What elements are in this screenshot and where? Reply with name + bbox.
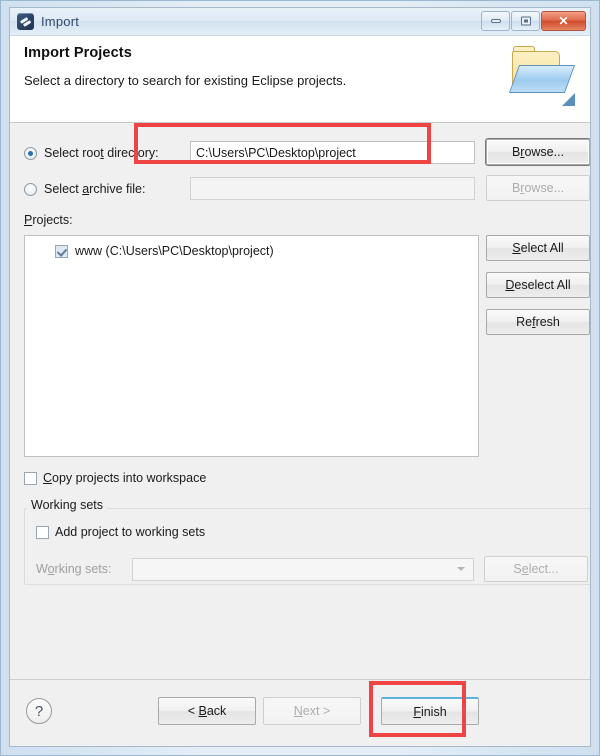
- root-directory-textbox[interactable]: C:\Users\PC\Desktop\project: [190, 141, 475, 164]
- list-item[interactable]: www (C:\Users\PC\Desktop\project): [25, 242, 478, 260]
- back-button[interactable]: < Back: [158, 697, 256, 725]
- open-folder-icon: [504, 45, 576, 107]
- title-bar: Import ✕: [10, 8, 590, 36]
- root-directory-value: C:\Users\PC\Desktop\project: [196, 145, 356, 160]
- deselect-all-label: Deselect All: [505, 278, 571, 292]
- back-label: < Back: [187, 704, 227, 718]
- archive-file-textbox[interactable]: [190, 177, 475, 200]
- projects-side-buttons: Select All Deselect All Refresh: [486, 235, 590, 346]
- projects-label: Projects:: [24, 213, 73, 227]
- chevron-down-icon: [457, 567, 465, 571]
- select-all-button[interactable]: Select All: [486, 235, 590, 261]
- copy-projects-checkbox[interactable]: [24, 471, 37, 485]
- working-sets-group: Working sets Add project to working sets…: [24, 498, 590, 585]
- help-icon[interactable]: ?: [26, 698, 52, 724]
- minimize-icon: [490, 19, 501, 23]
- add-project-checkbox[interactable]: [36, 525, 49, 539]
- browse-root-label: Browse...: [511, 145, 565, 159]
- finish-button[interactable]: Finish: [381, 697, 479, 725]
- minimize-button[interactable]: [481, 11, 510, 31]
- working-sets-combo[interactable]: [132, 557, 474, 581]
- project-checkbox[interactable]: [55, 244, 68, 258]
- wizard-header: Import Projects Select a directory to se…: [10, 36, 590, 123]
- next-button[interactable]: Next >: [263, 697, 361, 725]
- copy-projects-row[interactable]: Copy projects into workspace: [24, 471, 206, 485]
- select-working-set-label: Select...: [513, 562, 559, 576]
- root-directory-label: Select root directory:: [44, 146, 159, 160]
- copy-projects-label: Copy projects into workspace: [43, 471, 207, 485]
- close-button[interactable]: ✕: [541, 11, 586, 31]
- working-sets-legend: Working sets: [27, 498, 108, 512]
- help-label: ?: [34, 702, 44, 720]
- refresh-button[interactable]: Refresh: [486, 309, 590, 335]
- refresh-label: Refresh: [516, 315, 560, 329]
- dialog-inner: Import ✕ Import Projects Select a direct…: [9, 7, 591, 747]
- select-working-set-button[interactable]: Select...: [484, 556, 588, 582]
- archive-file-label: Select archive file:: [44, 182, 146, 196]
- finish-label: Finish: [413, 704, 447, 719]
- maximize-button[interactable]: [511, 11, 540, 31]
- window-controls: ✕: [481, 11, 586, 31]
- dialog-window: Import ✕ Import Projects Select a direct…: [0, 0, 600, 756]
- dialog-footer: ? < Back Next > Finish: [10, 679, 590, 745]
- add-project-label: Add project to working sets: [55, 525, 206, 539]
- project-label: www (C:\Users\PC\Desktop\project): [75, 244, 274, 258]
- projects-list[interactable]: www (C:\Users\PC\Desktop\project): [24, 235, 479, 457]
- select-all-label: Select All: [512, 241, 564, 255]
- browse-archive-button[interactable]: Browse...: [486, 175, 590, 201]
- eclipse-icon: [17, 13, 34, 30]
- archive-file-radio[interactable]: [24, 182, 37, 196]
- add-project-row[interactable]: Add project to working sets: [36, 525, 205, 539]
- window-title: Import: [41, 14, 80, 29]
- working-sets-row: Working sets: Select...: [36, 556, 588, 582]
- working-sets-label: Working sets:: [36, 562, 112, 576]
- root-directory-radio[interactable]: [24, 146, 37, 160]
- deselect-all-button[interactable]: Deselect All: [486, 272, 590, 298]
- next-label: Next >: [293, 704, 331, 718]
- dialog-body: Select root directory: C:\Users\PC\Deskt…: [10, 123, 590, 745]
- close-icon: ✕: [558, 14, 569, 28]
- maximize-icon: [520, 16, 531, 26]
- browse-archive-label: Browse...: [511, 181, 565, 195]
- browse-root-button[interactable]: Browse...: [486, 139, 590, 165]
